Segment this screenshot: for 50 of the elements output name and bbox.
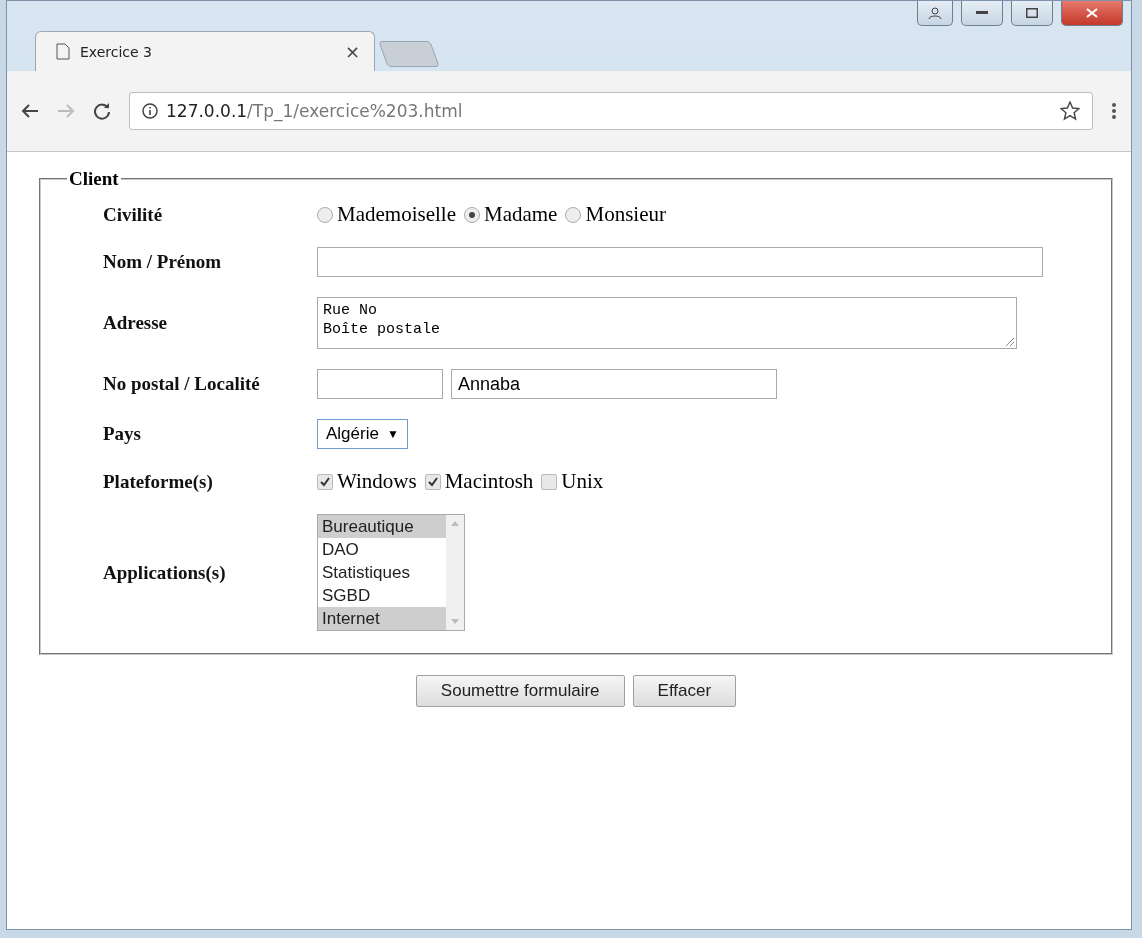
person-icon [928,7,942,19]
maximize-button[interactable] [1011,1,1053,26]
locality-field[interactable]: Annaba [451,369,777,399]
field-label: Nom / Prénom [103,251,223,273]
checkbox-label: Macintosh [444,469,534,494]
list-option[interactable]: Internet [318,607,446,630]
info-icon[interactable] [142,103,158,119]
field-label: Applications(s) [103,561,227,584]
radio-label: Monsieur [585,202,666,227]
profile-button[interactable] [917,1,953,26]
country-select[interactable]: Algérie ▼ [317,419,408,449]
list-option[interactable]: Bureautique [318,515,446,538]
field-label: Plateforme(s) [103,470,214,493]
checkbox[interactable] [541,473,558,490]
reset-button[interactable]: Effacer [632,675,737,707]
radio-button[interactable] [565,206,582,223]
checkbox[interactable] [424,473,441,490]
browser-tab[interactable]: Exercice 3 × [35,31,375,71]
checkbox[interactable] [317,473,333,490]
fieldset-legend: Client [67,168,121,190]
url-host: 127.0.0.1 [166,101,248,121]
radio-label: Madame [483,202,558,227]
field-label: No postal / Localité [103,373,261,395]
checkbox-label: Unix [561,469,604,494]
submit-button[interactable]: Soumettre formulaire [415,675,625,707]
minimize-icon [976,11,988,15]
maximize-icon [1026,8,1038,18]
applications-listbox[interactable]: Bureautique DAO Statistiques SGBD Internet [317,514,465,631]
tab-close[interactable]: × [344,41,360,62]
close-button[interactable] [1061,1,1123,26]
close-icon [1086,8,1098,18]
field-label: Adresse [103,312,169,334]
radio-button[interactable] [317,206,333,223]
url-path: /Tp_1/exercice%203.html [247,101,463,121]
reload-icon[interactable] [93,102,111,120]
address-bar[interactable]: 127.0.0.1/Tp_1/exercice%203.html [129,92,1093,130]
field-label: Pays [103,423,142,445]
address-field[interactable]: Rue No Boîte postale [317,297,1017,349]
name-field[interactable] [317,247,1043,277]
resize-grip-icon[interactable] [1006,338,1014,346]
checkbox-label: Windows [337,469,417,494]
back-icon[interactable] [21,103,39,119]
radio-button[interactable] [463,206,480,223]
menu-icon[interactable] [1111,102,1117,120]
postal-code-field[interactable] [317,369,443,399]
field-label: Civilité [103,203,164,226]
minimize-button[interactable] [961,1,1003,26]
star-icon[interactable] [1060,101,1080,121]
page-icon [56,43,70,60]
radio-label: Mademoiselle [337,202,456,227]
